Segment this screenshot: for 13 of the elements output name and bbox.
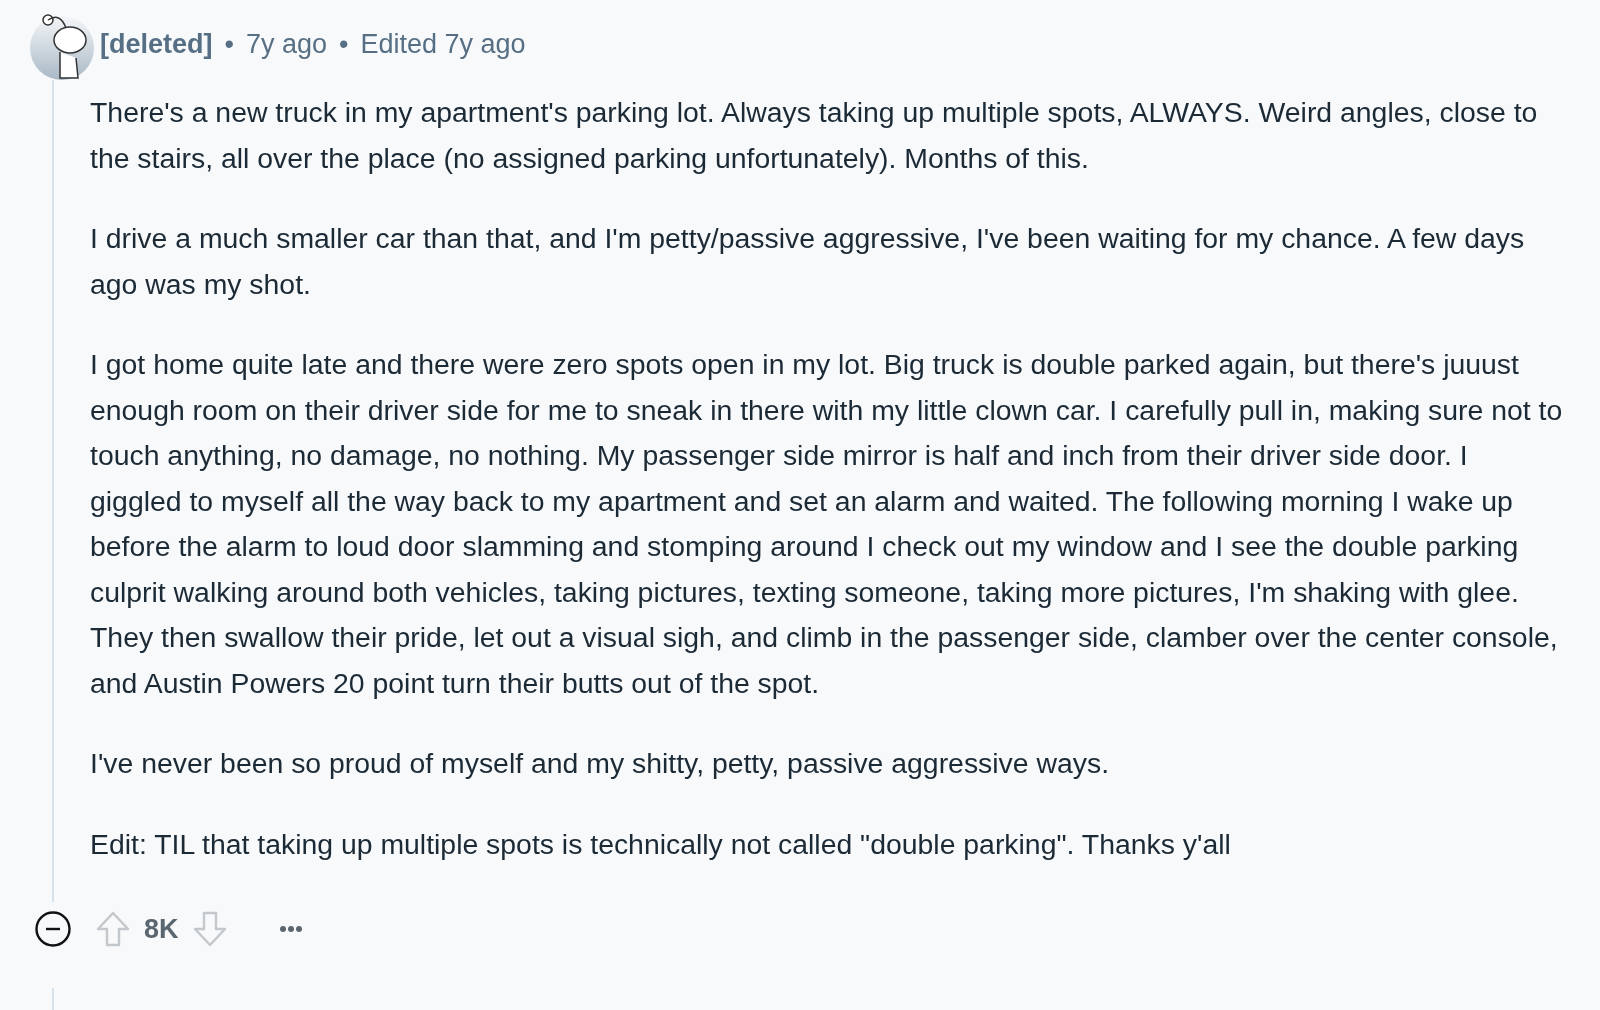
comment-paragraph: I've never been so proud of myself and my shitty, petty, passive aggressive ways. — [90, 746, 1111, 781]
collapse-icon[interactable] — [34, 910, 72, 948]
comment-paragraph: Edit: TIL that taking up multiple spots is technically not called "double parking". Thanks y'all — [90, 826, 1232, 862]
separator-dot: • — [339, 28, 349, 60]
separator-dot: • — [224, 28, 234, 60]
timestamp: 7y ago — [245, 28, 328, 60]
comment-paragraph: I drive a much smaller car than that, and I'm petty/passive aggressive, I've been waiting for my chance. A few days ago was my shot. — [90, 221, 1526, 302]
comment-paragraph: There's a new truck in my apartment's parking lot. Always taking up multiple spots, ALWAYS. Weird angles, close to the stairs, all over the place (no assigned parking unfortunately). Months of this. — [90, 95, 1539, 176]
edited-label: Edited 7y ago — [360, 28, 526, 60]
comment-paragraph: I got home quite late and there were zero spots open in my lot. Big truck is double parked again, but there's juuust enough room on their driver side for me to sneak in there with my little clown car. I carefully pull in, making sure not to touch anything, no damage, no nothing. My passenger side mirror is half and inch from their driver side door. I giggled to myself all the way back to my apartment and set an alarm and waited. The following morning I wake up before the alarm to loud door slamming and stomping around I check out my window and I see the double parking culprit walking around both vehicles, taking pictures, texting someone, taking more pictures, I'm shaking with glee. They then swallow their pride, let out a visual sigh, and climb in the passenger side, clamber over the center console, and Austin Powers 20 point turn their butts out of the spot. — [90, 347, 1564, 701]
vote-count: 8K — [144, 913, 179, 945]
more-options-icon[interactable] — [278, 925, 303, 933]
author-name[interactable]: [deleted] — [100, 28, 213, 60]
